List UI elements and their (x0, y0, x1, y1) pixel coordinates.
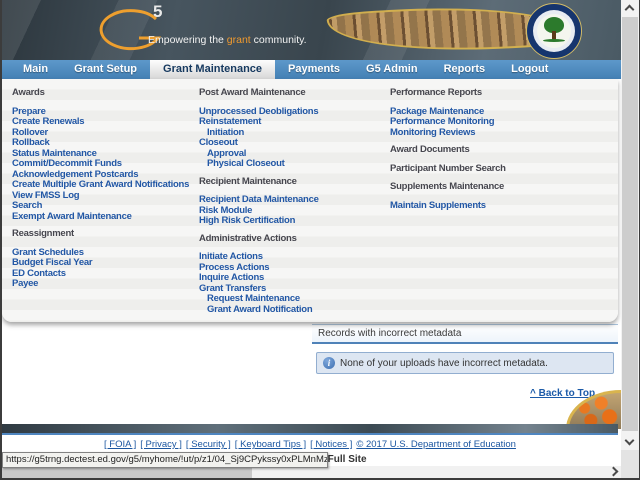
menu-item-exempt-award-maintenance[interactable]: Exempt Award Maintenance (12, 211, 197, 223)
nav-tabs: Main Grant Setup Grant Maintenance Payments… (2, 60, 622, 79)
footer-copyright-link[interactable]: © 2017 U.S. Department of Education (356, 439, 516, 450)
full-site-label: Full Site (327, 454, 367, 465)
tagline-suffix: community. (250, 34, 307, 46)
info-icon: i (323, 357, 335, 369)
menu-item-high-risk-certification[interactable]: High Risk Certification (199, 215, 384, 227)
menu-group-header-post-award-maintenance: Post Award Maintenance (199, 87, 306, 98)
chevron-up-icon (624, 4, 635, 15)
menu-item-maintain-supplements[interactable]: Maintain Supplements (390, 200, 575, 212)
vertical-scroll-thumb[interactable] (622, 17, 638, 431)
menu-group-header-reassignment: Reassignment (12, 228, 74, 239)
footer-link-security[interactable]: [ Security ] (186, 439, 231, 450)
menu-group-header-recipient-maintenance: Recipient Maintenance (199, 175, 297, 187)
menu-group-header-participant-number-search: Participant Number Search (390, 162, 506, 174)
tagline-prefix: Empowering the (148, 34, 227, 46)
menu-item-performance-monitoring[interactable]: Performance Monitoring (390, 116, 575, 128)
menu-group-header-awards: Awards (12, 87, 45, 98)
tab-main[interactable]: Main (10, 60, 61, 79)
tab-payments[interactable]: Payments (275, 60, 353, 79)
tagline-highlight: grant (226, 34, 251, 46)
records-info-box: i None of your uploads have incorrect me… (316, 352, 614, 374)
back-to-top-link[interactable]: ^ Back to Top (530, 388, 595, 399)
scroll-up-button[interactable] (621, 0, 639, 16)
menu-item-closeout[interactable]: Closeout (199, 137, 384, 149)
vertical-scrollbar[interactable] (621, 0, 639, 450)
footer-link-foia[interactable]: [ FOIA ] (104, 439, 136, 450)
menu-item-grant-award-notification[interactable]: Grant Award Notification (199, 304, 384, 316)
menu-item-search[interactable]: Search (12, 200, 197, 212)
menu-item-ed-contacts[interactable]: ED Contacts (12, 268, 197, 280)
menu-item-inquire-actions[interactable]: Inquire Actions (199, 272, 384, 284)
g5-banner: 5 Empowering the grant community. (2, 0, 622, 60)
footer-photo-strip (2, 424, 618, 433)
seal-tree-ground (543, 39, 565, 42)
menu-column-1: Awards Prepare Create Renewals Rollover Roll… (12, 87, 197, 290)
g5-logo-five: 5 (153, 2, 163, 21)
menu-column-2: Post Award Maintenance Unprocessed Deobli… (199, 87, 384, 316)
menu-group-header-administrative-actions: Administrative Actions (199, 232, 297, 244)
records-panel: Records with incorrect metadata i None o… (312, 324, 618, 374)
footer-accent-line (2, 433, 618, 435)
menu-item-create-multiple-grant-award-notifications[interactable]: Create Multiple Grant Award Notification… (12, 179, 197, 191)
menu-item-budget-fiscal-year[interactable]: Budget Fiscal Year (12, 257, 197, 269)
menu-item-physical-closeout[interactable]: Physical Closeout (199, 158, 384, 170)
footer-links: [ FOIA ] [ Privacy ] [ Security ] [ Keyboar… (2, 439, 618, 450)
records-panel-title: Records with incorrect metadata (312, 324, 618, 344)
menu-item-recipient-data-maintenance[interactable]: Recipient Data Maintenance (199, 194, 384, 206)
menu-item-reinstatement[interactable]: Reinstatement (199, 116, 384, 128)
menu-group-header-award-documents: Award Documents (390, 144, 470, 155)
chevron-right-icon (608, 466, 619, 477)
records-info-message: None of your uploads have incorrect meta… (340, 357, 548, 369)
tab-logout[interactable]: Logout (498, 60, 561, 79)
menu-column-3: Performance Reports Package Maintenance Pe… (390, 87, 575, 212)
scroll-right-button[interactable] (605, 466, 621, 478)
grant-maintenance-menu: Awards Prepare Create Renewals Rollover Roll… (2, 79, 618, 322)
footer-link-keyboard-tips[interactable]: [ Keyboard Tips ] (235, 439, 306, 450)
department-of-education-seal-icon (526, 3, 582, 59)
chevron-down-icon (624, 435, 635, 446)
menu-item-payee[interactable]: Payee (12, 278, 197, 290)
menu-item-commit-decommit-funds[interactable]: Commit/Decommit Funds (12, 158, 197, 170)
menu-item-rollback[interactable]: Rollback (12, 137, 197, 149)
tab-g5-admin[interactable]: G5 Admin (353, 60, 431, 79)
tab-reports[interactable]: Reports (431, 60, 499, 79)
menu-item-create-renewals[interactable]: Create Renewals (12, 116, 197, 128)
menu-item-initiate-actions[interactable]: Initiate Actions (199, 251, 384, 263)
tab-grant-maintenance[interactable]: Grant Maintenance (150, 60, 276, 79)
menu-group-header-supplements-maintenance: Supplements Maintenance (390, 181, 505, 192)
menu-item-request-maintenance[interactable]: Request Maintenance (199, 293, 384, 305)
tab-grant-setup[interactable]: Grant Setup (61, 60, 150, 79)
browser-window: 5 Empowering the grant community. Main Gr… (0, 0, 640, 480)
footer-link-privacy[interactable]: [ Privacy ] (140, 439, 182, 450)
footer-link-notices[interactable]: [ Notices ] (310, 439, 352, 450)
scrollbar-corner (621, 450, 639, 478)
window-frame-left (0, 0, 2, 480)
tagline: Empowering the grant community. (148, 34, 307, 46)
menu-item-monitoring-reviews[interactable]: Monitoring Reviews (390, 127, 575, 139)
scroll-down-button[interactable] (621, 434, 639, 450)
menu-group-header-performance-reports: Performance Reports (390, 87, 482, 98)
status-url-tooltip: https://g5trng.dectest.ed.gov/g5/myhome/… (2, 452, 328, 468)
